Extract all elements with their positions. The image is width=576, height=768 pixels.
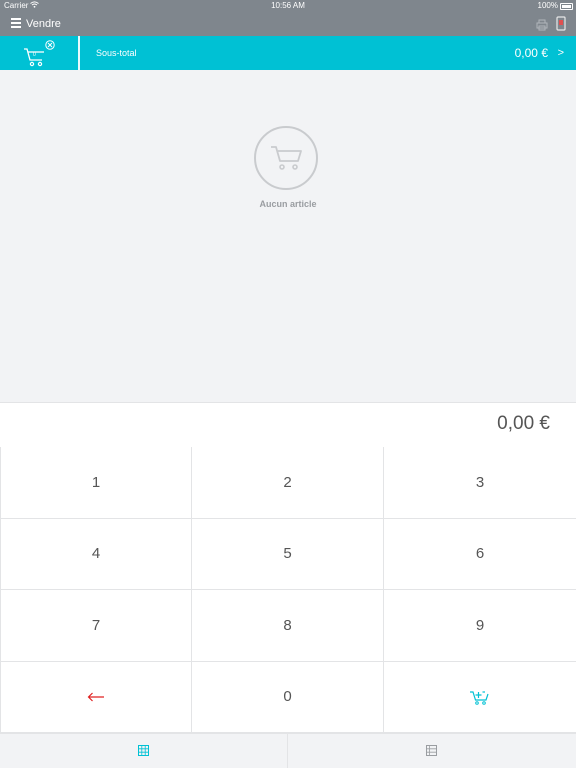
cart-icon: 0 (24, 40, 55, 67)
printer-icon[interactable] (536, 18, 548, 31)
cart-bar[interactable]: 0 Sous-total 0,00 € > (0, 36, 576, 70)
chevron-right-icon[interactable]: > (558, 36, 564, 70)
key-3[interactable]: 3 (384, 447, 576, 519)
key-8[interactable]: 8 (192, 590, 384, 662)
battery-percent: 100% (537, 1, 558, 10)
keypad: 1 2 3 4 5 6 7 8 9 0 (0, 447, 576, 733)
subtotal-value: 0,00 € (514, 46, 548, 60)
key-2[interactable]: 2 (192, 447, 384, 519)
key-4[interactable]: 4 (0, 518, 192, 590)
menu-icon[interactable] (11, 18, 21, 28)
empty-cart-icon (254, 126, 318, 190)
status-bar: Carrier 10:56 AM 100% (0, 0, 576, 12)
key-5[interactable]: 5 (192, 518, 384, 590)
status-time: 10:56 AM (271, 1, 305, 10)
page-title: Vendre (26, 18, 61, 30)
key-9[interactable]: 9 (384, 590, 576, 662)
subtotal-label: Sous-total (96, 48, 137, 58)
cart-add-icon (470, 691, 489, 705)
backspace-button[interactable] (0, 661, 192, 733)
tab-keypad-grid[interactable] (0, 734, 288, 768)
amount-display: 0,00 € (0, 403, 576, 448)
empty-cart-label: Aucun article (259, 199, 317, 209)
grid-icon (138, 745, 149, 756)
backspace-arrow-icon (87, 692, 104, 702)
bottom-tab-bar (0, 733, 576, 768)
device-icon[interactable] (556, 16, 566, 31)
key-0[interactable]: 0 (192, 661, 384, 733)
key-6[interactable]: 6 (384, 518, 576, 590)
cart-bar-divider (78, 36, 80, 70)
nav-bar: Vendre (0, 12, 576, 36)
svg-text:0: 0 (33, 52, 36, 58)
cart-button[interactable]: 0 (0, 36, 78, 70)
amount-value: 0,00 € (497, 413, 550, 434)
add-to-cart-button[interactable] (384, 661, 576, 733)
key-7[interactable]: 7 (0, 590, 192, 662)
battery-icon (560, 3, 573, 10)
key-1[interactable]: 1 (0, 447, 192, 519)
list-icon (426, 745, 437, 756)
tab-product-list[interactable] (288, 734, 575, 768)
cart-list-area: Aucun article (0, 70, 576, 403)
